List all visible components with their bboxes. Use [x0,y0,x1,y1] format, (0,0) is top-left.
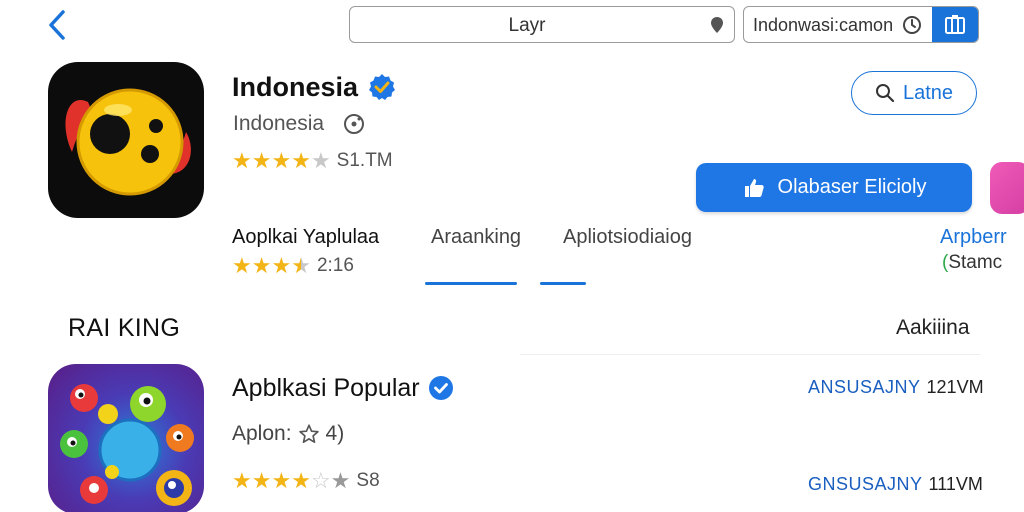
tab-ranking[interactable]: Araanking [431,226,521,249]
list-item-meta-value: 4) [325,422,345,445]
region-filter-value: Indonwasi:camon [753,15,894,35]
list-item-stat: ANSUSAJNY 121VM [808,377,984,398]
star-empty-icon: ☆ [310,468,331,493]
star-icon: ★ [232,253,252,278]
star-icon: ★ [291,468,311,493]
star-icon: ★ [251,468,272,493]
app-title: Indonesia [232,72,359,102]
filter-button[interactable] [932,7,978,42]
list-item-meta: Aplon: 4) [232,422,344,446]
list-item-meta-label: Aplon: [232,422,292,445]
search-button[interactable]: Latne [851,71,977,115]
app-icon [48,62,204,218]
stat-key: GNSUSAJNY [808,474,923,494]
star-outline-icon [298,424,319,443]
rating-count: S8 [356,470,380,491]
chevron-left-icon [49,10,65,40]
rating-count: 2:16 [316,255,354,276]
primary-action-label: Olabaser Elicioly [777,176,927,198]
tab-indicator-secondary [540,282,586,285]
star-icon: ★ [232,468,252,493]
star-half-icon: ★ [291,253,311,278]
star-empty-icon: ★ [330,468,351,493]
tab-popular-apps[interactable]: Aoplkai Yaplulaa [232,226,379,249]
back-button[interactable] [40,8,74,42]
star-empty-icon: ★ [310,148,331,173]
section-see-all-link[interactable]: Aakiiina [896,316,970,340]
stat-value: 111VM [928,474,983,494]
list-item-rating: ★ ★ ★ ★ ☆ ★ S8 [232,470,380,492]
tab-active-indicator [425,282,517,285]
clock-icon [903,16,921,34]
app-logo-icon [65,88,191,196]
rating-count: S1.TM [336,150,393,171]
verified-badge-icon [429,376,453,400]
verified-badge-icon [369,74,395,100]
list-item-stat: GNSUSAJNY 111VM [808,474,983,495]
stat-value: 121VM [926,377,984,397]
primary-action-button[interactable]: Olabaser Elicioly [696,163,972,212]
star-icon: ★ [271,468,292,493]
star-icon: ★ [251,253,272,278]
star-icon: ★ [251,148,272,173]
library-icon [945,14,965,34]
search-input-value: Layr [508,15,546,36]
tab-rating: ★ ★ ★ ★ 2:16 [232,255,354,277]
star-icon: ★ [271,253,292,278]
game-art-icon [60,384,194,506]
tab-applications[interactable]: Apliotsiodiaiog [563,226,692,249]
status-text: Stamc [948,252,1003,273]
app-rating: ★ ★ ★ ★ ★ S1.TM [232,150,393,172]
divider [520,354,980,355]
search-button-label: Latne [902,81,954,104]
stat-key: ANSUSAJNY [808,377,921,397]
next-app-icon[interactable] [990,162,1024,214]
search-icon [875,84,895,103]
app-subtitle: Indonesia [233,112,325,135]
star-icon: ★ [232,148,252,173]
search-input[interactable]: Layr [349,6,735,43]
info-icon[interactable] [342,112,366,136]
tab-more[interactable]: Arpberr [940,226,1007,249]
thumbs-up-icon [744,178,764,197]
status-label: (Stamc [942,252,1002,274]
region-filter[interactable]: Indonwasi:camon [743,6,979,43]
section-title: RAI KING [68,314,181,342]
list-item-app-icon[interactable] [48,364,204,512]
list-item-title[interactable]: Apblkasi Popular [232,374,420,403]
star-icon: ★ [271,148,292,173]
location-pin-icon [711,17,723,33]
star-icon: ★ [291,148,311,173]
